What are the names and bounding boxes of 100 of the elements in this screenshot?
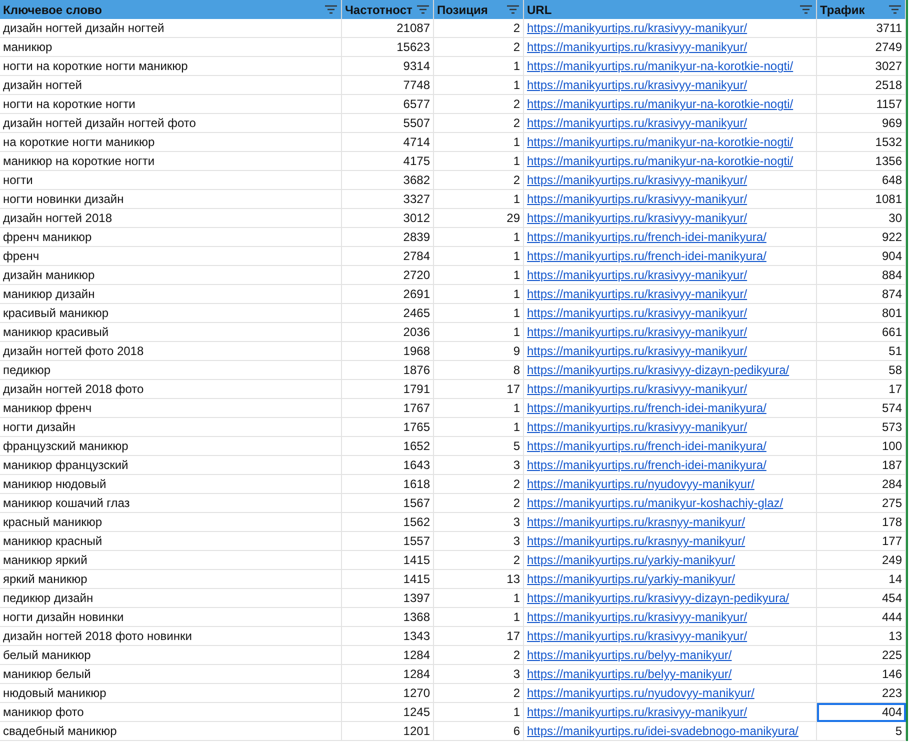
- table-cell: 5: [434, 437, 524, 456]
- table-cell: 2749: [817, 38, 906, 57]
- url-link[interactable]: https://manikyurtips.ru/krasivyy-manikyur/: [527, 325, 748, 339]
- table-cell: красивый маникюр: [0, 304, 342, 323]
- column-header[interactable]: Трафик: [817, 0, 906, 19]
- url-link[interactable]: https://manikyurtips.ru/belyy-manikyur/: [527, 648, 732, 662]
- url-link[interactable]: https://manikyurtips.ru/manikyur-na-korotkie-nogti/: [527, 97, 794, 111]
- url-link[interactable]: https://manikyurtips.ru/krasivyy-manikyur/: [527, 21, 748, 35]
- url-link[interactable]: https://manikyurtips.ru/krasivyy-dizayn-pedikyura/: [527, 591, 790, 605]
- url-link[interactable]: https://manikyurtips.ru/french-idei-manikyura/: [527, 439, 766, 453]
- url-link[interactable]: https://manikyurtips.ru/krasivyy-manikyur/: [527, 705, 748, 719]
- table-cell: 249: [817, 551, 906, 570]
- table-cell: 225: [817, 646, 906, 665]
- table-cell: 100: [817, 437, 906, 456]
- filter-icon[interactable]: [800, 5, 812, 14]
- table-cell: 969: [817, 114, 906, 133]
- table-cell: 1284: [342, 665, 434, 684]
- table-cell: на короткие ногти маникюр: [0, 133, 342, 152]
- filter-icon[interactable]: [325, 5, 337, 14]
- column-header[interactable]: URL: [524, 0, 817, 19]
- url-link[interactable]: https://manikyurtips.ru/belyy-manikyur/: [527, 667, 732, 681]
- table-cell: дизайн ногтей: [0, 76, 342, 95]
- url-link[interactable]: https://manikyurtips.ru/krasivyy-manikyur/: [527, 420, 748, 434]
- table-cell: 14: [817, 570, 906, 589]
- table-cell: дизайн ногтей дизайн ногтей фото: [0, 114, 342, 133]
- url-link[interactable]: https://manikyurtips.ru/krasivyy-dizayn-pedikyura/: [527, 363, 790, 377]
- table-cell: ногти: [0, 171, 342, 190]
- column-header[interactable]: Ключевое слово: [0, 0, 342, 19]
- url-link[interactable]: https://manikyurtips.ru/manikyur-na-korotkie-nogti/: [527, 135, 794, 149]
- table-cell: 2: [434, 684, 524, 703]
- url-link[interactable]: https://manikyurtips.ru/krasivyy-manikyur/: [527, 287, 748, 301]
- table-cell: дизайн ногтей фото 2018: [0, 342, 342, 361]
- table-cell: 2720: [342, 266, 434, 285]
- table-cell: 1767: [342, 399, 434, 418]
- table-cell: 2036: [342, 323, 434, 342]
- url-link[interactable]: https://manikyurtips.ru/krasivyy-manikyur/: [527, 116, 748, 130]
- url-link[interactable]: https://manikyurtips.ru/manikyur-koshachiy-glaz/: [527, 496, 784, 510]
- url-link[interactable]: https://manikyurtips.ru/idei-svadebnogo-manikyura/: [527, 724, 798, 738]
- url-link[interactable]: https://manikyurtips.ru/yarkiy-manikyur/: [527, 572, 736, 586]
- url-link[interactable]: https://manikyurtips.ru/krasivyy-manikyur/: [527, 268, 748, 282]
- url-link[interactable]: https://manikyurtips.ru/krasivyy-manikyur/: [527, 211, 748, 225]
- table-cell: маникюр красный: [0, 532, 342, 551]
- table-cell: 2: [434, 475, 524, 494]
- table-cell: 1157: [817, 95, 906, 114]
- url-link[interactable]: https://manikyurtips.ru/yarkiy-manikyur/: [527, 553, 736, 567]
- url-link[interactable]: https://manikyurtips.ru/krasivyy-manikyur/: [527, 78, 748, 92]
- table-cell: френч: [0, 247, 342, 266]
- table-cell: ногти на короткие ногти: [0, 95, 342, 114]
- table-cell: маникюр яркий: [0, 551, 342, 570]
- url-link[interactable]: https://manikyurtips.ru/manikyur-na-korotkie-nogti/: [527, 59, 794, 73]
- table-cell: ногти дизайн новинки: [0, 608, 342, 627]
- url-link[interactable]: https://manikyurtips.ru/krasivyy-manikyur/: [527, 192, 748, 206]
- table-cell: маникюр французский: [0, 456, 342, 475]
- url-link[interactable]: https://manikyurtips.ru/krasnyy-manikyur/: [527, 515, 746, 529]
- url-link[interactable]: https://manikyurtips.ru/french-idei-manikyura/: [527, 458, 766, 472]
- table-cell: 58: [817, 361, 906, 380]
- table-cell: педикюр дизайн: [0, 589, 342, 608]
- table-cell: 3: [434, 532, 524, 551]
- table-cell: 1270: [342, 684, 434, 703]
- table-cell: 2: [434, 19, 524, 38]
- url-link[interactable]: https://manikyurtips.ru/krasivyy-manikyur/: [527, 610, 748, 624]
- filter-icon[interactable]: [417, 5, 429, 14]
- url-link[interactable]: https://manikyurtips.ru/krasivyy-manikyur/: [527, 382, 748, 396]
- filter-icon[interactable]: [889, 5, 901, 14]
- url-link[interactable]: https://manikyurtips.ru/krasivyy-manikyur/: [527, 173, 748, 187]
- url-link[interactable]: https://manikyurtips.ru/french-idei-manikyura/: [527, 230, 766, 244]
- filter-icon[interactable]: [507, 5, 519, 14]
- table-cell: 404: [817, 703, 906, 722]
- table-cell: 1: [434, 323, 524, 342]
- table-cell: 2: [434, 38, 524, 57]
- url-link[interactable]: https://manikyurtips.ru/krasnyy-manikyur/: [527, 534, 746, 548]
- table-cell: 1415: [342, 570, 434, 589]
- column-header[interactable]: Позиция: [434, 0, 524, 19]
- url-link[interactable]: https://manikyurtips.ru/french-idei-manikyura/: [527, 401, 766, 415]
- table-cell: маникюр красивый: [0, 323, 342, 342]
- url-link[interactable]: https://manikyurtips.ru/french-idei-manikyura/: [527, 249, 766, 263]
- column-header[interactable]: Частотност: [342, 0, 434, 19]
- table-cell: 1245: [342, 703, 434, 722]
- table-cell: 2518: [817, 76, 906, 95]
- table-cell: 2465: [342, 304, 434, 323]
- url-link[interactable]: https://manikyurtips.ru/krasivyy-manikyur/: [527, 344, 748, 358]
- table-cell: 223: [817, 684, 906, 703]
- table-cell: маникюр: [0, 38, 342, 57]
- table-cell: 573: [817, 418, 906, 437]
- url-link[interactable]: https://manikyurtips.ru/nyudovyy-manikyur/: [527, 686, 754, 700]
- table-cell: 3012: [342, 209, 434, 228]
- table-cell: 1: [434, 266, 524, 285]
- table-cell: 15623: [342, 38, 434, 57]
- table-cell: 1343: [342, 627, 434, 646]
- table-cell: 801: [817, 304, 906, 323]
- url-link[interactable]: https://manikyurtips.ru/manikyur-na-korotkie-nogti/: [527, 154, 794, 168]
- table-cell: 904: [817, 247, 906, 266]
- url-link[interactable]: https://manikyurtips.ru/krasivyy-manikyur/: [527, 629, 748, 643]
- url-link[interactable]: https://manikyurtips.ru/nyudovyy-manikyur/: [527, 477, 754, 491]
- url-link[interactable]: https://manikyurtips.ru/krasivyy-manikyur/: [527, 306, 748, 320]
- table-cell: 5507: [342, 114, 434, 133]
- url-link[interactable]: https://manikyurtips.ru/krasivyy-manikyur/: [527, 40, 748, 54]
- table-cell: 3: [434, 513, 524, 532]
- table-cell: дизайн маникюр: [0, 266, 342, 285]
- table-cell: 1567: [342, 494, 434, 513]
